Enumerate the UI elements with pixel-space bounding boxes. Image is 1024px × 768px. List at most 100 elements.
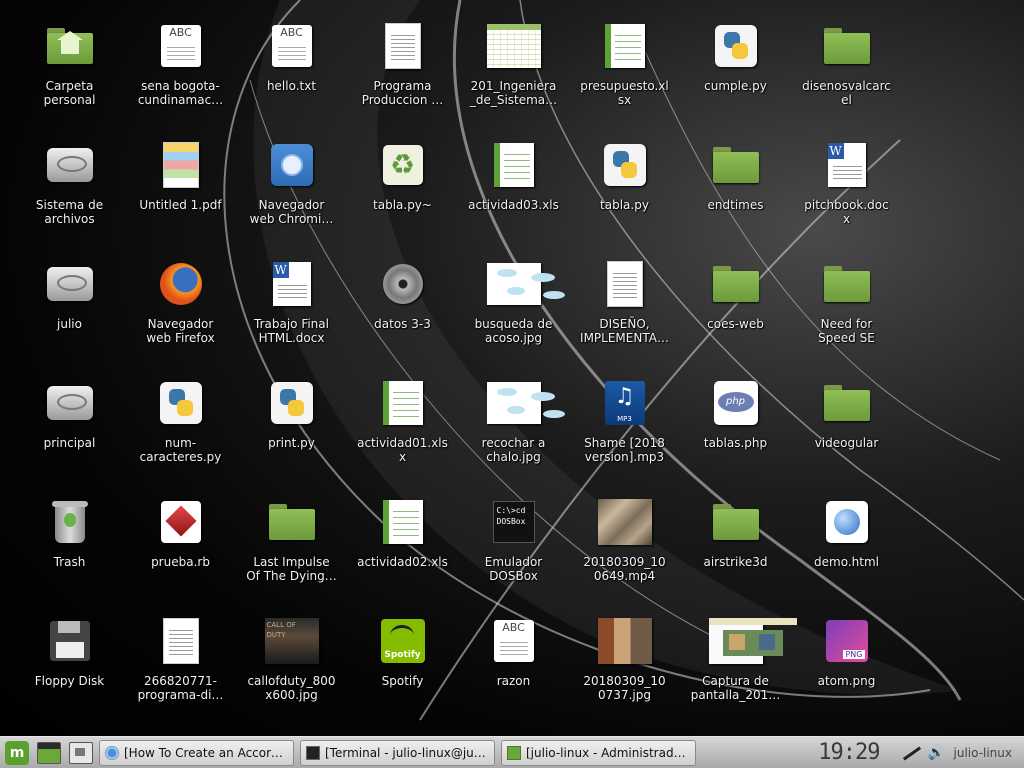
desktop-icon[interactable]: Last Impulse Of The Dying… <box>236 494 347 613</box>
desktop-icon[interactable]: ABC hello.txt <box>236 18 347 137</box>
desktop-icon[interactable]: Untitled 1.pdf <box>125 137 236 256</box>
desktop-icon[interactable]: Wpitchbook.doc x <box>791 137 902 256</box>
desktop-icon[interactable]: recochar a chalo.jpg <box>458 375 569 494</box>
desktop-icon[interactable]: prueba.rb <box>125 494 236 613</box>
folder-icon <box>268 504 315 540</box>
taskbar-window-disks[interactable]: [julio-linux - Administrado… <box>501 739 696 766</box>
python-file-icon <box>603 144 646 186</box>
folder-icon <box>712 266 759 302</box>
desktop-icon[interactable]: C:\>cd DOSBox Emulador DOSBox <box>458 494 569 613</box>
desktop-icon-label: Trabajo Final HTML.docx <box>254 317 329 345</box>
desktop-icon[interactable]: Trash <box>14 494 125 613</box>
python-file-icon <box>159 382 202 424</box>
taskbar-window-terminal[interactable]: [Terminal - julio-linux@juli… <box>300 739 495 766</box>
desktop-icon[interactable]: cumple.py <box>680 18 791 137</box>
desktop-icon[interactable]: airstrike3d <box>680 494 791 613</box>
desktop-icon[interactable]: 20180309_10 0737.jpg <box>569 613 680 732</box>
hard-drive-icon <box>46 267 93 301</box>
desktop-icon[interactable]: endtimes <box>680 137 791 256</box>
image-thumbnail <box>486 263 565 305</box>
desktop-icon[interactable]: num- caracteres.py <box>125 375 236 494</box>
desktop-icon[interactable]: Programa Produccion … <box>347 18 458 137</box>
desktop-icon[interactable]: PNG atom.png <box>791 613 902 732</box>
desktop-icon[interactable]: ABC sena bogota- cundinamac… <box>125 18 236 137</box>
desktop-icon-label: endtimes <box>707 198 764 212</box>
desktop-icon[interactable]: Floppy Disk <box>14 613 125 732</box>
desktop-icon[interactable]: ABC razon <box>458 613 569 732</box>
desktop-icon[interactable]: print.py <box>236 375 347 494</box>
show-desktop-icon[interactable] <box>69 741 93 764</box>
abc-glyph: ABC <box>502 621 525 634</box>
desktop-icon-label: Programa Produccion … <box>361 79 444 107</box>
terminal-icon <box>306 745 320 760</box>
desktop-icon[interactable]: ♻ tabla.py~ <box>347 137 458 256</box>
desktop-icon-label: Carpeta personal <box>43 79 96 107</box>
desktop-icon[interactable]: videogular <box>791 375 902 494</box>
desktop-icon[interactable]: principal <box>14 375 125 494</box>
network-icon[interactable] <box>902 744 920 762</box>
desktop-icon[interactable]: 20180309_10 0649.mp4 <box>569 494 680 613</box>
text-file-icon: ABC <box>493 620 534 662</box>
taskbar-window-title: [Terminal - julio-linux@juli… <box>325 745 489 760</box>
html-file-icon <box>825 501 868 543</box>
desktop-icon-label: airstrike3d <box>703 555 768 569</box>
desktop-icon-label: tabla.py~ <box>373 198 432 212</box>
desktop-icon[interactable]: datos 3-3 <box>347 256 458 375</box>
desktop-icon[interactable]: julio <box>14 256 125 375</box>
desktop-icon-label: cumple.py <box>704 79 767 93</box>
terminal-launcher-icon[interactable] <box>37 741 61 764</box>
desktop-icon-label: sena bogota- cundinamac… <box>137 79 224 107</box>
desktop-icon-label: videogular <box>814 436 879 450</box>
folder-icon <box>823 385 870 421</box>
chromium-icon <box>105 745 119 760</box>
desktop-icon[interactable]: actividad03.xls <box>458 137 569 256</box>
desktop-icon-label: hello.txt <box>266 79 317 93</box>
desktop-icon[interactable]: CALL OF DUTY callofduty_800 x600.jpg <box>236 613 347 732</box>
desktop-icon[interactable]: disenosvalcarc el <box>791 18 902 137</box>
desktop-icon[interactable]: actividad01.xls x <box>347 375 458 494</box>
desktop-icon[interactable]: Sistema de archivos <box>14 137 125 256</box>
desktop-icon-label: Need for Speed SE <box>818 317 875 345</box>
word-document-icon: W <box>272 262 311 306</box>
desktop-icon-label: recochar a chalo.jpg <box>481 436 546 464</box>
username-applet[interactable]: julio-linux <box>954 746 1012 760</box>
clock[interactable]: 19:29 <box>818 740 880 765</box>
desktop-icon[interactable]: actividad02.xls <box>347 494 458 613</box>
desktop-icon[interactable]: tabla.py <box>569 137 680 256</box>
desktop-icon[interactable]: Carpeta personal <box>14 18 125 137</box>
python-file-icon <box>714 25 757 67</box>
image-thumbnail: CALL OF DUTY <box>264 618 319 664</box>
document-icon <box>606 261 643 307</box>
desktop-icon[interactable]: Captura de pantalla_201… <box>680 613 797 732</box>
desktop-icon-label: principal <box>43 436 96 450</box>
desktop-icon[interactable]: coes-web <box>680 256 791 375</box>
desktop-icon[interactable]: Navegador web Chromi… <box>236 137 347 256</box>
desktop-icon[interactable]: ♫ MP3 Shame [2018 version].mp3 <box>569 375 680 494</box>
volume-icon[interactable]: 🔊 <box>928 744 946 762</box>
music-file-icon: ♫ MP3 <box>604 381 645 425</box>
taskbar-window-browser[interactable]: [How To Create an Accordi… <box>99 739 294 766</box>
trash-icon <box>51 501 88 543</box>
mint-menu-button[interactable]: m <box>5 740 29 765</box>
desktop-icon[interactable]: DISEÑO, IMPLEMENTA… <box>569 256 680 375</box>
desktop-icon-label: Captura de pantalla_201… <box>690 674 781 702</box>
desktop-icon[interactable]: presupuesto.xl sx <box>569 18 680 137</box>
image-thumbnail <box>708 618 797 664</box>
desktop-icon[interactable]: busqueda de acoso.jpg <box>458 256 569 375</box>
desktop-icon[interactable]: Navegador web Firefox <box>125 256 236 375</box>
desktop-icon-label: Emulador DOSBox <box>484 555 543 583</box>
desktop-icon-label: DISEÑO, IMPLEMENTA… <box>580 317 669 345</box>
desktop-icon[interactable]: Need for Speed SE <box>791 256 902 375</box>
desktop-icon[interactable]: Spotify Spotify <box>347 613 458 732</box>
taskbar-window-title: [How To Create an Accordi… <box>124 745 288 760</box>
desktop-icon[interactable]: demo.html <box>791 494 902 613</box>
disk-icon <box>507 745 521 760</box>
optical-disc-icon <box>382 264 423 304</box>
desktop-icon[interactable]: 201_Ingeniera _de_Sistema… <box>458 18 569 137</box>
desktop-icon[interactable]: 266820771- programa-di… <box>125 613 236 732</box>
pdf-document-icon <box>162 142 199 188</box>
hard-drive-icon <box>46 148 93 182</box>
desktop-icon[interactable]: php tablas.php <box>680 375 791 494</box>
folder-icon <box>712 147 759 183</box>
desktop-icon[interactable]: W Trabajo Final HTML.docx <box>236 256 347 375</box>
